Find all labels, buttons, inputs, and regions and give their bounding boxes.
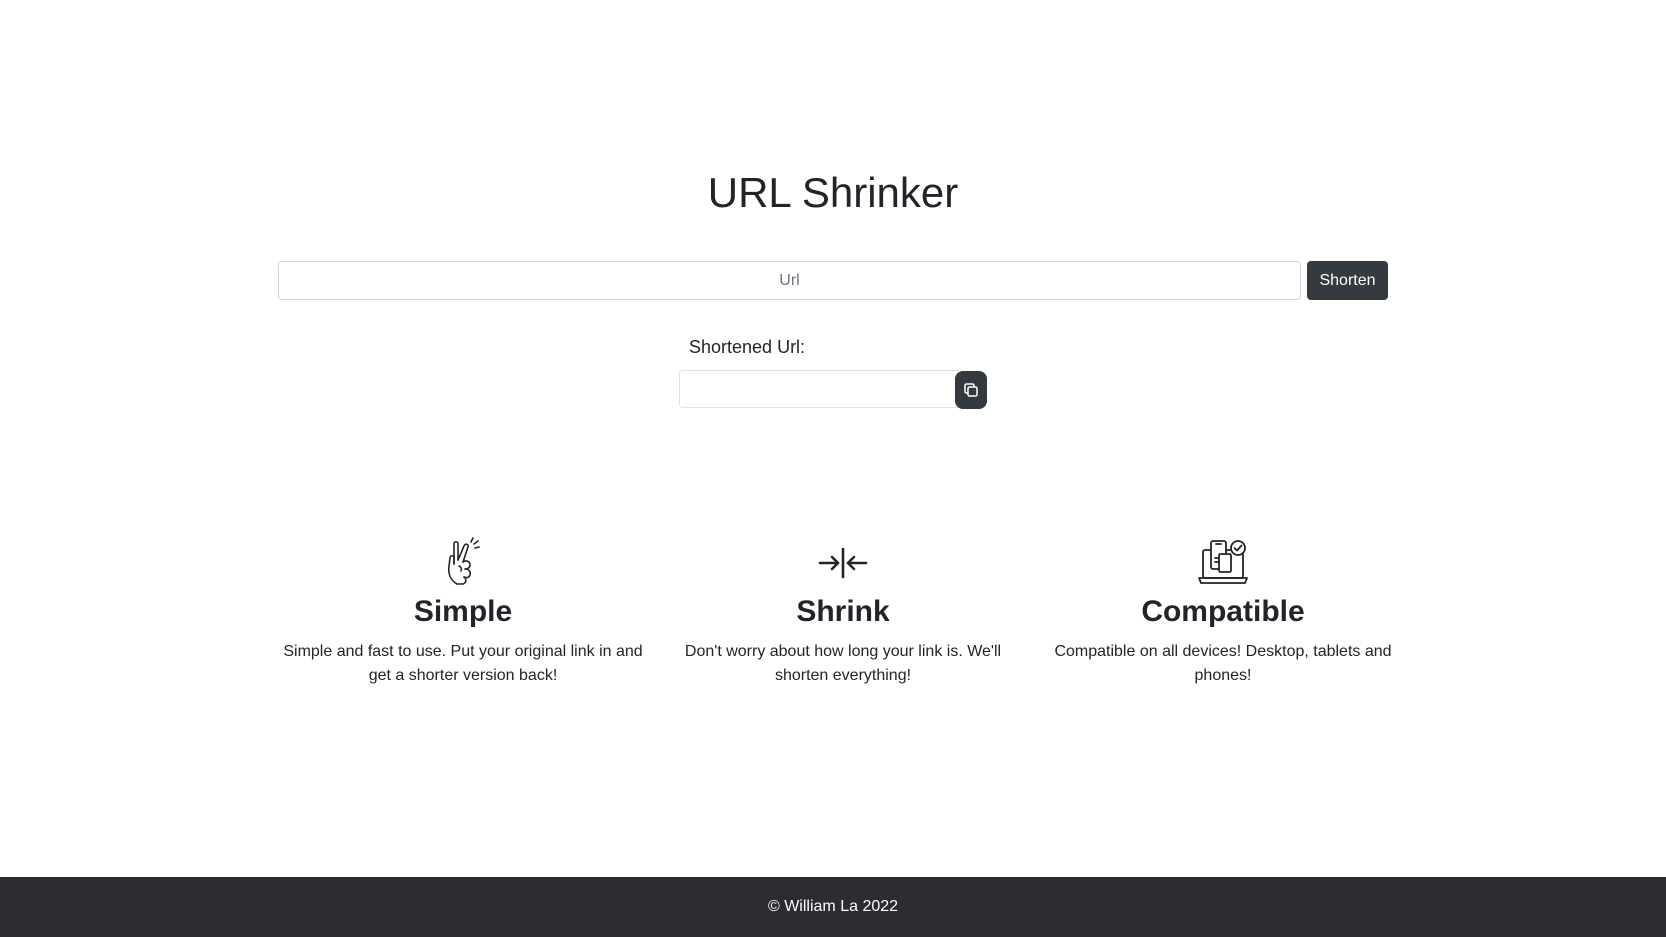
shortened-url-label: Shortened Url:: [689, 337, 806, 357]
shortened-url-output[interactable]: [679, 370, 959, 408]
feature-title: Simple: [413, 595, 513, 628]
feature-shrink: Shrink Don't worry about how long your l…: [653, 536, 1033, 688]
fingers-crossed-icon: [447, 537, 480, 585]
footer-copyright: © William La 2022: [767, 898, 899, 915]
devices-icon: [1198, 540, 1248, 584]
shorten-button[interactable]: Shorten: [1307, 261, 1388, 300]
feature-simple: Simple Simple and fast to use. Put your …: [273, 536, 653, 688]
feature-title: Shrink: [796, 595, 890, 628]
page-title: URL Shrinker: [707, 169, 959, 216]
feature-description: Compatible on all devices! Desktop, tabl…: [1054, 643, 1392, 684]
feature-description: Don't worry about how long your link is.…: [684, 643, 1002, 684]
feature-compatible: Compatible Compatible on all devices! De…: [1033, 536, 1413, 688]
feature-description: Simple and fast to use. Put your origina…: [283, 643, 643, 684]
features-section: Simple Simple and fast to use. Put your …: [273, 536, 1413, 688]
url-input[interactable]: [278, 261, 1301, 300]
shortened-url-group: [679, 370, 987, 410]
url-form: Shorten: [278, 261, 1388, 300]
feature-title: Compatible: [1141, 595, 1305, 628]
copy-icon: [964, 383, 978, 397]
copy-button[interactable]: [955, 371, 987, 409]
shrink-arrows-icon: [818, 547, 868, 579]
footer: © William La 2022: [0, 877, 1666, 937]
